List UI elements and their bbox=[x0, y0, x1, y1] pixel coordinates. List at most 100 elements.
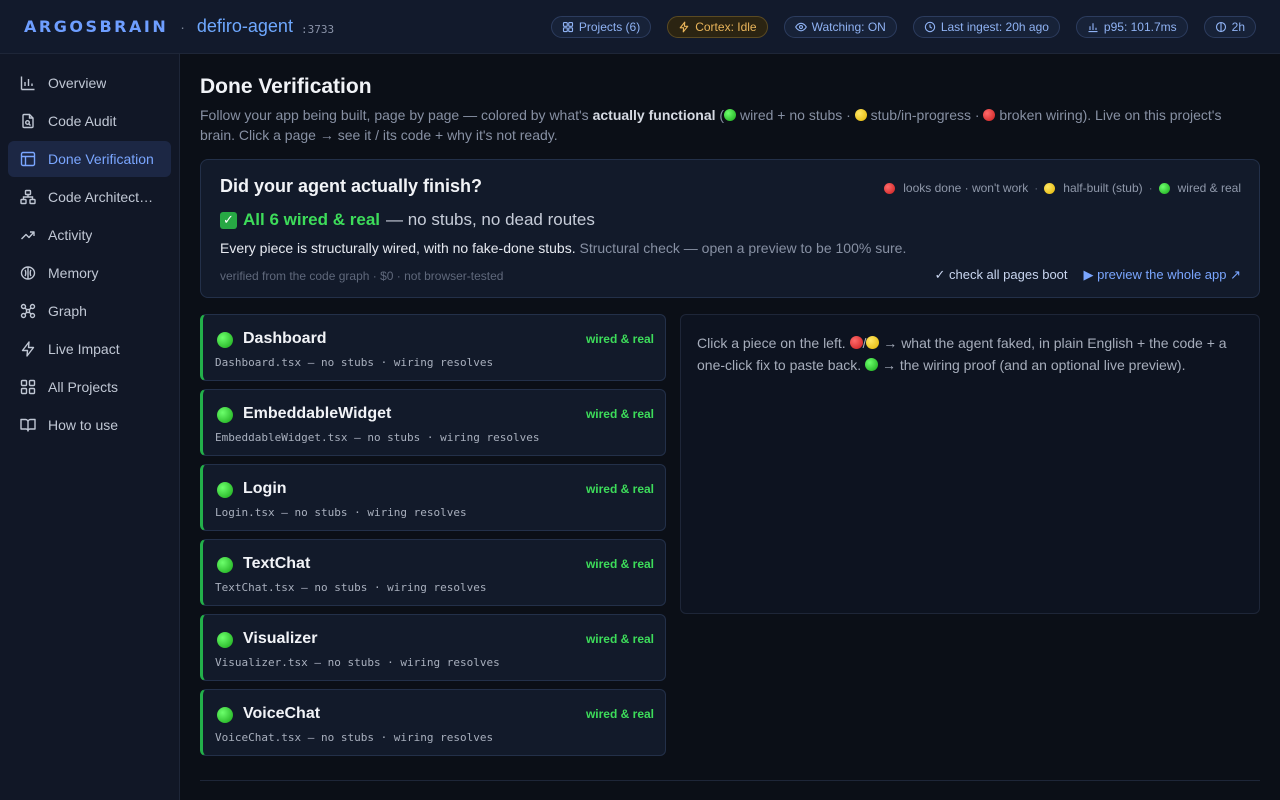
sidebar-item-label: Live Impact bbox=[48, 341, 120, 357]
section-divider bbox=[200, 780, 1260, 781]
sidebar-item-overview[interactable]: Overview bbox=[8, 65, 171, 101]
project-name[interactable]: defiro-agent bbox=[197, 16, 293, 37]
sidebar-item-label: How to use bbox=[48, 417, 119, 433]
desc-text: stub/in-progress · bbox=[866, 107, 984, 123]
cortex-pill[interactable]: Cortex: Idle bbox=[667, 15, 768, 38]
page-card-embeddablewidget[interactable]: EmbeddableWidget wired & real Embeddable… bbox=[200, 389, 666, 456]
green-dot-icon bbox=[217, 407, 233, 423]
green-dot-icon bbox=[217, 482, 233, 498]
green-dot-icon bbox=[217, 557, 233, 573]
eye-icon bbox=[794, 22, 807, 31]
legend-stub: half-built (stub) bbox=[1063, 181, 1143, 195]
bar-chart-icon bbox=[20, 76, 35, 91]
sidebar-item-live-impact[interactable]: Live Impact bbox=[8, 331, 171, 367]
status-pills: Projects (6) Cortex: Idle Watching: ON L… bbox=[550, 15, 1256, 38]
page-card-visualizer[interactable]: Visualizer wired & real Visualizer.tsx —… bbox=[200, 614, 666, 681]
legend-wired: wired & real bbox=[1177, 181, 1241, 195]
red-dot-icon bbox=[884, 182, 896, 194]
page-card-detail: VoiceChat.tsx — no stubs · wiring resolv… bbox=[215, 731, 494, 744]
green-dot-icon bbox=[1158, 182, 1170, 194]
top-bar: ARGOSBRAIN · defiro-agent :3733 Projects… bbox=[0, 0, 1280, 54]
preview-app-link[interactable]: ▶ preview the whole app ↗ bbox=[1084, 267, 1241, 283]
projects-pill[interactable]: Projects (6) bbox=[550, 15, 652, 38]
page-card-name: EmbeddableWidget bbox=[243, 405, 392, 422]
brain-icon bbox=[20, 266, 36, 280]
legend-separator: · bbox=[1148, 181, 1153, 195]
summary-links: ✓ check all pages boot ▶ preview the who… bbox=[934, 267, 1241, 283]
note-muted-text: Structural check — open a preview to be … bbox=[579, 240, 907, 256]
check-pages-boot-link[interactable]: ✓ check all pages boot bbox=[934, 267, 1067, 283]
yellow-dot-icon bbox=[1044, 182, 1056, 194]
page-card-textchat[interactable]: TextChat wired & real TextChat.tsx — no … bbox=[200, 539, 666, 606]
desc-emphasis: actually functional bbox=[592, 107, 716, 123]
desc-text: wired + no stubs · bbox=[736, 107, 855, 123]
cortex-pill-label: Cortex: Idle bbox=[695, 19, 757, 34]
ingest-pill[interactable]: Last ingest: 20h ago bbox=[912, 15, 1060, 38]
note-text: Every piece is structurally wired, with … bbox=[220, 240, 576, 256]
red-dot-icon bbox=[983, 109, 996, 121]
sidebar-item-activity[interactable]: Activity bbox=[8, 217, 171, 253]
status-headline: All 6 wired & real bbox=[243, 210, 380, 229]
page-card-name: Dashboard bbox=[243, 330, 327, 347]
detail-text: Click a piece on the left. bbox=[697, 335, 850, 351]
green-dot-icon bbox=[217, 332, 233, 348]
desc-text: ( bbox=[715, 107, 725, 123]
page-description: Follow your app being built, page by pag… bbox=[200, 105, 1250, 145]
uptime-pill[interactable]: 2h bbox=[1203, 15, 1256, 38]
sidebar: Overview Code Audit Done Verification Co… bbox=[0, 54, 180, 800]
page-title: Done Verification bbox=[200, 75, 372, 98]
grid-icon bbox=[20, 379, 36, 395]
projects-pill-label: Projects (6) bbox=[578, 19, 641, 34]
sidebar-item-label: Memory bbox=[48, 265, 99, 281]
page-card-dashboard[interactable]: Dashboard wired & real Dashboard.tsx — n… bbox=[200, 314, 666, 381]
hierarchy-icon bbox=[20, 189, 36, 205]
sidebar-item-label: Graph bbox=[48, 303, 87, 319]
green-dot-icon bbox=[865, 358, 879, 371]
trending-up-icon bbox=[21, 231, 35, 240]
summary-question: Did your agent actually finish? bbox=[220, 176, 483, 196]
sidebar-item-label: Code Audit bbox=[48, 113, 117, 129]
grid-icon bbox=[562, 21, 573, 32]
green-dot-icon bbox=[724, 109, 737, 121]
summary-card: Did your agent actually finish? looks do… bbox=[200, 159, 1260, 298]
bar-chart-icon bbox=[1088, 22, 1098, 32]
page-card-login[interactable]: Login wired & real Login.tsx — no stubs … bbox=[200, 464, 666, 531]
summary-note: Every piece is structurally wired, with … bbox=[220, 240, 906, 256]
sidebar-item-code-architecture[interactable]: Code Architecture bbox=[8, 179, 171, 215]
page-card-name: VoiceChat bbox=[243, 705, 321, 722]
brand-logo[interactable]: ARGOSBRAIN bbox=[24, 17, 168, 36]
page-card-name: TextChat bbox=[243, 555, 311, 572]
sidebar-item-done-verification[interactable]: Done Verification bbox=[8, 141, 171, 177]
clock-icon bbox=[924, 21, 936, 32]
project-port: :3733 bbox=[300, 22, 335, 36]
page-card-detail: EmbeddableWidget.tsx — no stubs · wiring… bbox=[215, 431, 540, 444]
page-card-detail: Visualizer.tsx — no stubs · wiring resol… bbox=[215, 656, 500, 669]
p95-pill[interactable]: p95: 101.7ms bbox=[1075, 15, 1188, 38]
sidebar-item-graph[interactable]: Graph bbox=[8, 293, 171, 329]
file-search-icon bbox=[22, 113, 34, 129]
status-badge: wired & real bbox=[585, 482, 654, 496]
brand-separator: · bbox=[180, 18, 185, 35]
page-card-name: Login bbox=[243, 480, 287, 497]
brain-icon bbox=[1215, 21, 1226, 32]
lightning-icon bbox=[679, 21, 689, 32]
sidebar-item-label: Done Verification bbox=[48, 151, 154, 167]
status-badge: wired & real bbox=[585, 632, 654, 646]
uptime-pill-label: 2h bbox=[1231, 19, 1245, 34]
lightning-icon bbox=[21, 341, 35, 357]
sidebar-item-label: Overview bbox=[48, 75, 107, 91]
yellow-dot-icon bbox=[854, 109, 867, 121]
sidebar-item-memory[interactable]: Memory bbox=[8, 255, 171, 291]
layout-icon bbox=[20, 151, 36, 167]
sidebar-item-all-projects[interactable]: All Projects bbox=[8, 369, 171, 405]
watching-pill[interactable]: Watching: ON bbox=[783, 15, 897, 38]
detail-panel: Click a piece on the left. / → what the … bbox=[680, 314, 1260, 614]
p95-pill-label: p95: 101.7ms bbox=[1103, 19, 1177, 34]
desc-text: Follow your app being built, page by pag… bbox=[200, 107, 593, 123]
sidebar-item-label: Code Architecture bbox=[48, 189, 159, 205]
page-card-detail: Login.tsx — no stubs · wiring resolves bbox=[215, 506, 467, 519]
page-card-voicechat[interactable]: VoiceChat wired & real VoiceChat.tsx — n… bbox=[200, 689, 666, 756]
sidebar-item-code-audit[interactable]: Code Audit bbox=[8, 103, 171, 139]
sidebar-item-how-to-use[interactable]: How to use bbox=[8, 407, 171, 443]
summary-status: ✓ All 6 wired & real — no stubs, no dead… bbox=[220, 210, 595, 230]
